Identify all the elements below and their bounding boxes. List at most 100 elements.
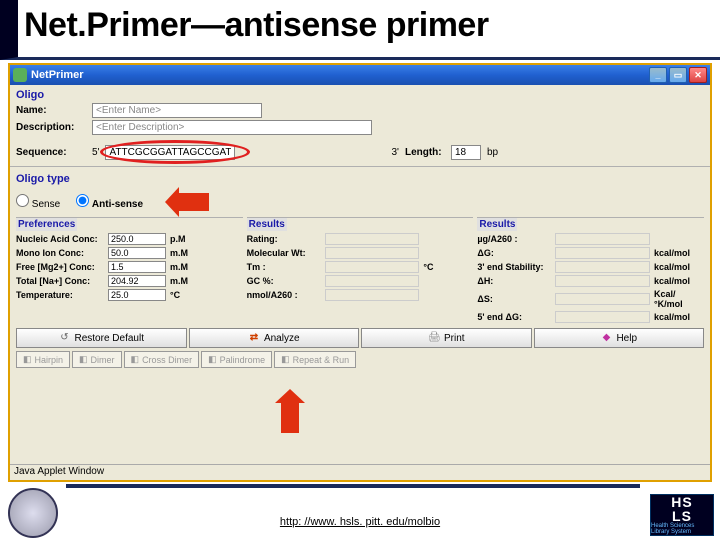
antisense-radio[interactable]: Anti-sense	[76, 194, 143, 210]
highlight-arrow-analyze	[279, 389, 301, 433]
tab-icon	[208, 354, 217, 365]
name-label: Name:	[16, 105, 86, 116]
result-label: 3' end Stability:	[477, 262, 551, 272]
university-seal-icon	[8, 488, 58, 538]
result-label: µg/A260 :	[477, 234, 551, 244]
restore-default-button[interactable]: Restore Default	[16, 328, 187, 348]
maximize-button[interactable]: ▭	[669, 67, 687, 83]
preferences-label: Preferences	[16, 218, 77, 231]
oligo-type-section-label: Oligo type	[16, 173, 704, 185]
help-label: Help	[616, 333, 637, 344]
slide-title: Net.Primer—antisense primer	[22, 0, 720, 45]
sequence-input[interactable]	[105, 145, 235, 160]
tab-dimer[interactable]: Dimer	[72, 351, 122, 368]
ds-output	[555, 293, 650, 305]
result-unit: °C	[423, 262, 473, 272]
mono-ion-conc-input[interactable]	[108, 247, 166, 259]
analyze-label: Analyze	[264, 333, 300, 344]
status-bar: Java Applet Window	[10, 464, 710, 480]
dg-output	[555, 247, 650, 259]
tm-output	[325, 261, 420, 273]
analyze-icon	[248, 332, 260, 344]
result-unit: kcal/mol	[654, 248, 704, 258]
nucleic-acid-conc-input[interactable]	[108, 233, 166, 245]
pref-unit: m.M	[170, 248, 196, 258]
total-na-conc-input[interactable]	[108, 275, 166, 287]
tab-label: Palindrome	[220, 355, 266, 365]
result-label: Rating:	[247, 234, 321, 244]
print-label: Print	[444, 333, 465, 344]
end-stability-output	[555, 261, 650, 273]
tab-icon	[281, 354, 290, 365]
tab-cross-dimer[interactable]: Cross Dimer	[124, 351, 200, 368]
pref-unit: p.M	[170, 234, 196, 244]
ug-output	[555, 233, 650, 245]
restore-icon	[59, 332, 71, 344]
tab-hairpin[interactable]: Hairpin	[16, 351, 70, 368]
results-label: Results	[247, 218, 287, 231]
result-label: ΔG:	[477, 248, 551, 258]
app-icon	[13, 68, 27, 82]
result-unit: kcal/mol	[654, 262, 704, 272]
tab-icon	[131, 354, 140, 365]
tab-label: Repeat & Run	[293, 355, 350, 365]
tab-label: Hairpin	[35, 355, 64, 365]
minimize-button[interactable]: _	[649, 67, 667, 83]
five-prime-label: 5'	[92, 147, 99, 158]
preferences-panel: Preferences Nucleic Acid Conc:p.M Mono I…	[16, 217, 243, 325]
result-label: Molecular Wt:	[247, 248, 321, 258]
results-label-2: Results	[477, 218, 517, 231]
result-label: ΔS:	[477, 294, 551, 304]
pref-unit: m.M	[170, 262, 196, 272]
length-unit: bp	[487, 147, 498, 158]
pref-unit: °C	[170, 290, 196, 300]
hsls-logo: HSLSHealth Sciences Library System	[650, 494, 714, 536]
result-label: GC %:	[247, 276, 321, 286]
footer-rule	[66, 484, 640, 488]
print-icon	[428, 332, 440, 344]
mw-output	[325, 247, 420, 259]
tab-label: Cross Dimer	[142, 355, 192, 365]
results-panel-2: Results µg/A260 : ΔG: kcal/mol 3' end Sta…	[477, 217, 704, 325]
tab-repeat-run[interactable]: Repeat & Run	[274, 351, 356, 368]
result-label: Tm :	[247, 262, 321, 272]
five-end-dg-output	[555, 311, 650, 323]
pref-label: Total [Na+] Conc:	[16, 276, 104, 286]
highlight-arrow-antisense	[165, 191, 209, 213]
free-mg-conc-input[interactable]	[108, 261, 166, 273]
length-output	[451, 145, 481, 160]
print-button[interactable]: Print	[361, 328, 532, 348]
three-prime-label: 3'	[391, 147, 398, 158]
nmol-output	[325, 289, 420, 301]
pref-label: Nucleic Acid Conc:	[16, 234, 104, 244]
rating-output	[325, 233, 420, 245]
analyze-button[interactable]: Analyze	[189, 328, 360, 348]
temperature-input[interactable]	[108, 289, 166, 301]
tab-icon	[79, 354, 88, 365]
tab-icon	[23, 354, 32, 365]
result-unit: Kcal/°K/mol	[654, 289, 704, 309]
footer-url-link[interactable]: http: //www. hsls. pitt. edu/molbio	[0, 516, 720, 528]
sequence-label: Sequence:	[16, 147, 86, 158]
antisense-label: Anti-sense	[92, 199, 143, 210]
tab-palindrome[interactable]: Palindrome	[201, 351, 272, 368]
netprimer-window: NetPrimer _ ▭ ✕ Oligo Name: Description:…	[8, 63, 712, 482]
sense-label: Sense	[32, 199, 60, 210]
dh-output	[555, 275, 650, 287]
help-icon	[600, 332, 612, 344]
titlebar[interactable]: NetPrimer _ ▭ ✕	[10, 65, 710, 85]
name-input[interactable]	[92, 103, 262, 118]
close-button[interactable]: ✕	[689, 67, 707, 83]
pref-label: Temperature:	[16, 290, 104, 300]
result-label: ΔH:	[477, 276, 551, 286]
length-label: Length:	[405, 147, 445, 158]
sense-radio[interactable]: Sense	[16, 194, 60, 210]
result-unit: kcal/mol	[654, 276, 704, 286]
pref-label: Free [Mg2+] Conc:	[16, 262, 104, 272]
result-label: 5' end ΔG:	[477, 312, 551, 322]
oligo-section-label: Oligo	[16, 89, 704, 101]
help-button[interactable]: Help	[534, 328, 705, 348]
description-input[interactable]	[92, 120, 372, 135]
results-panel-1: Results Rating: Molecular Wt: Tm : °C GC …	[247, 217, 474, 325]
pref-unit: m.M	[170, 276, 196, 286]
